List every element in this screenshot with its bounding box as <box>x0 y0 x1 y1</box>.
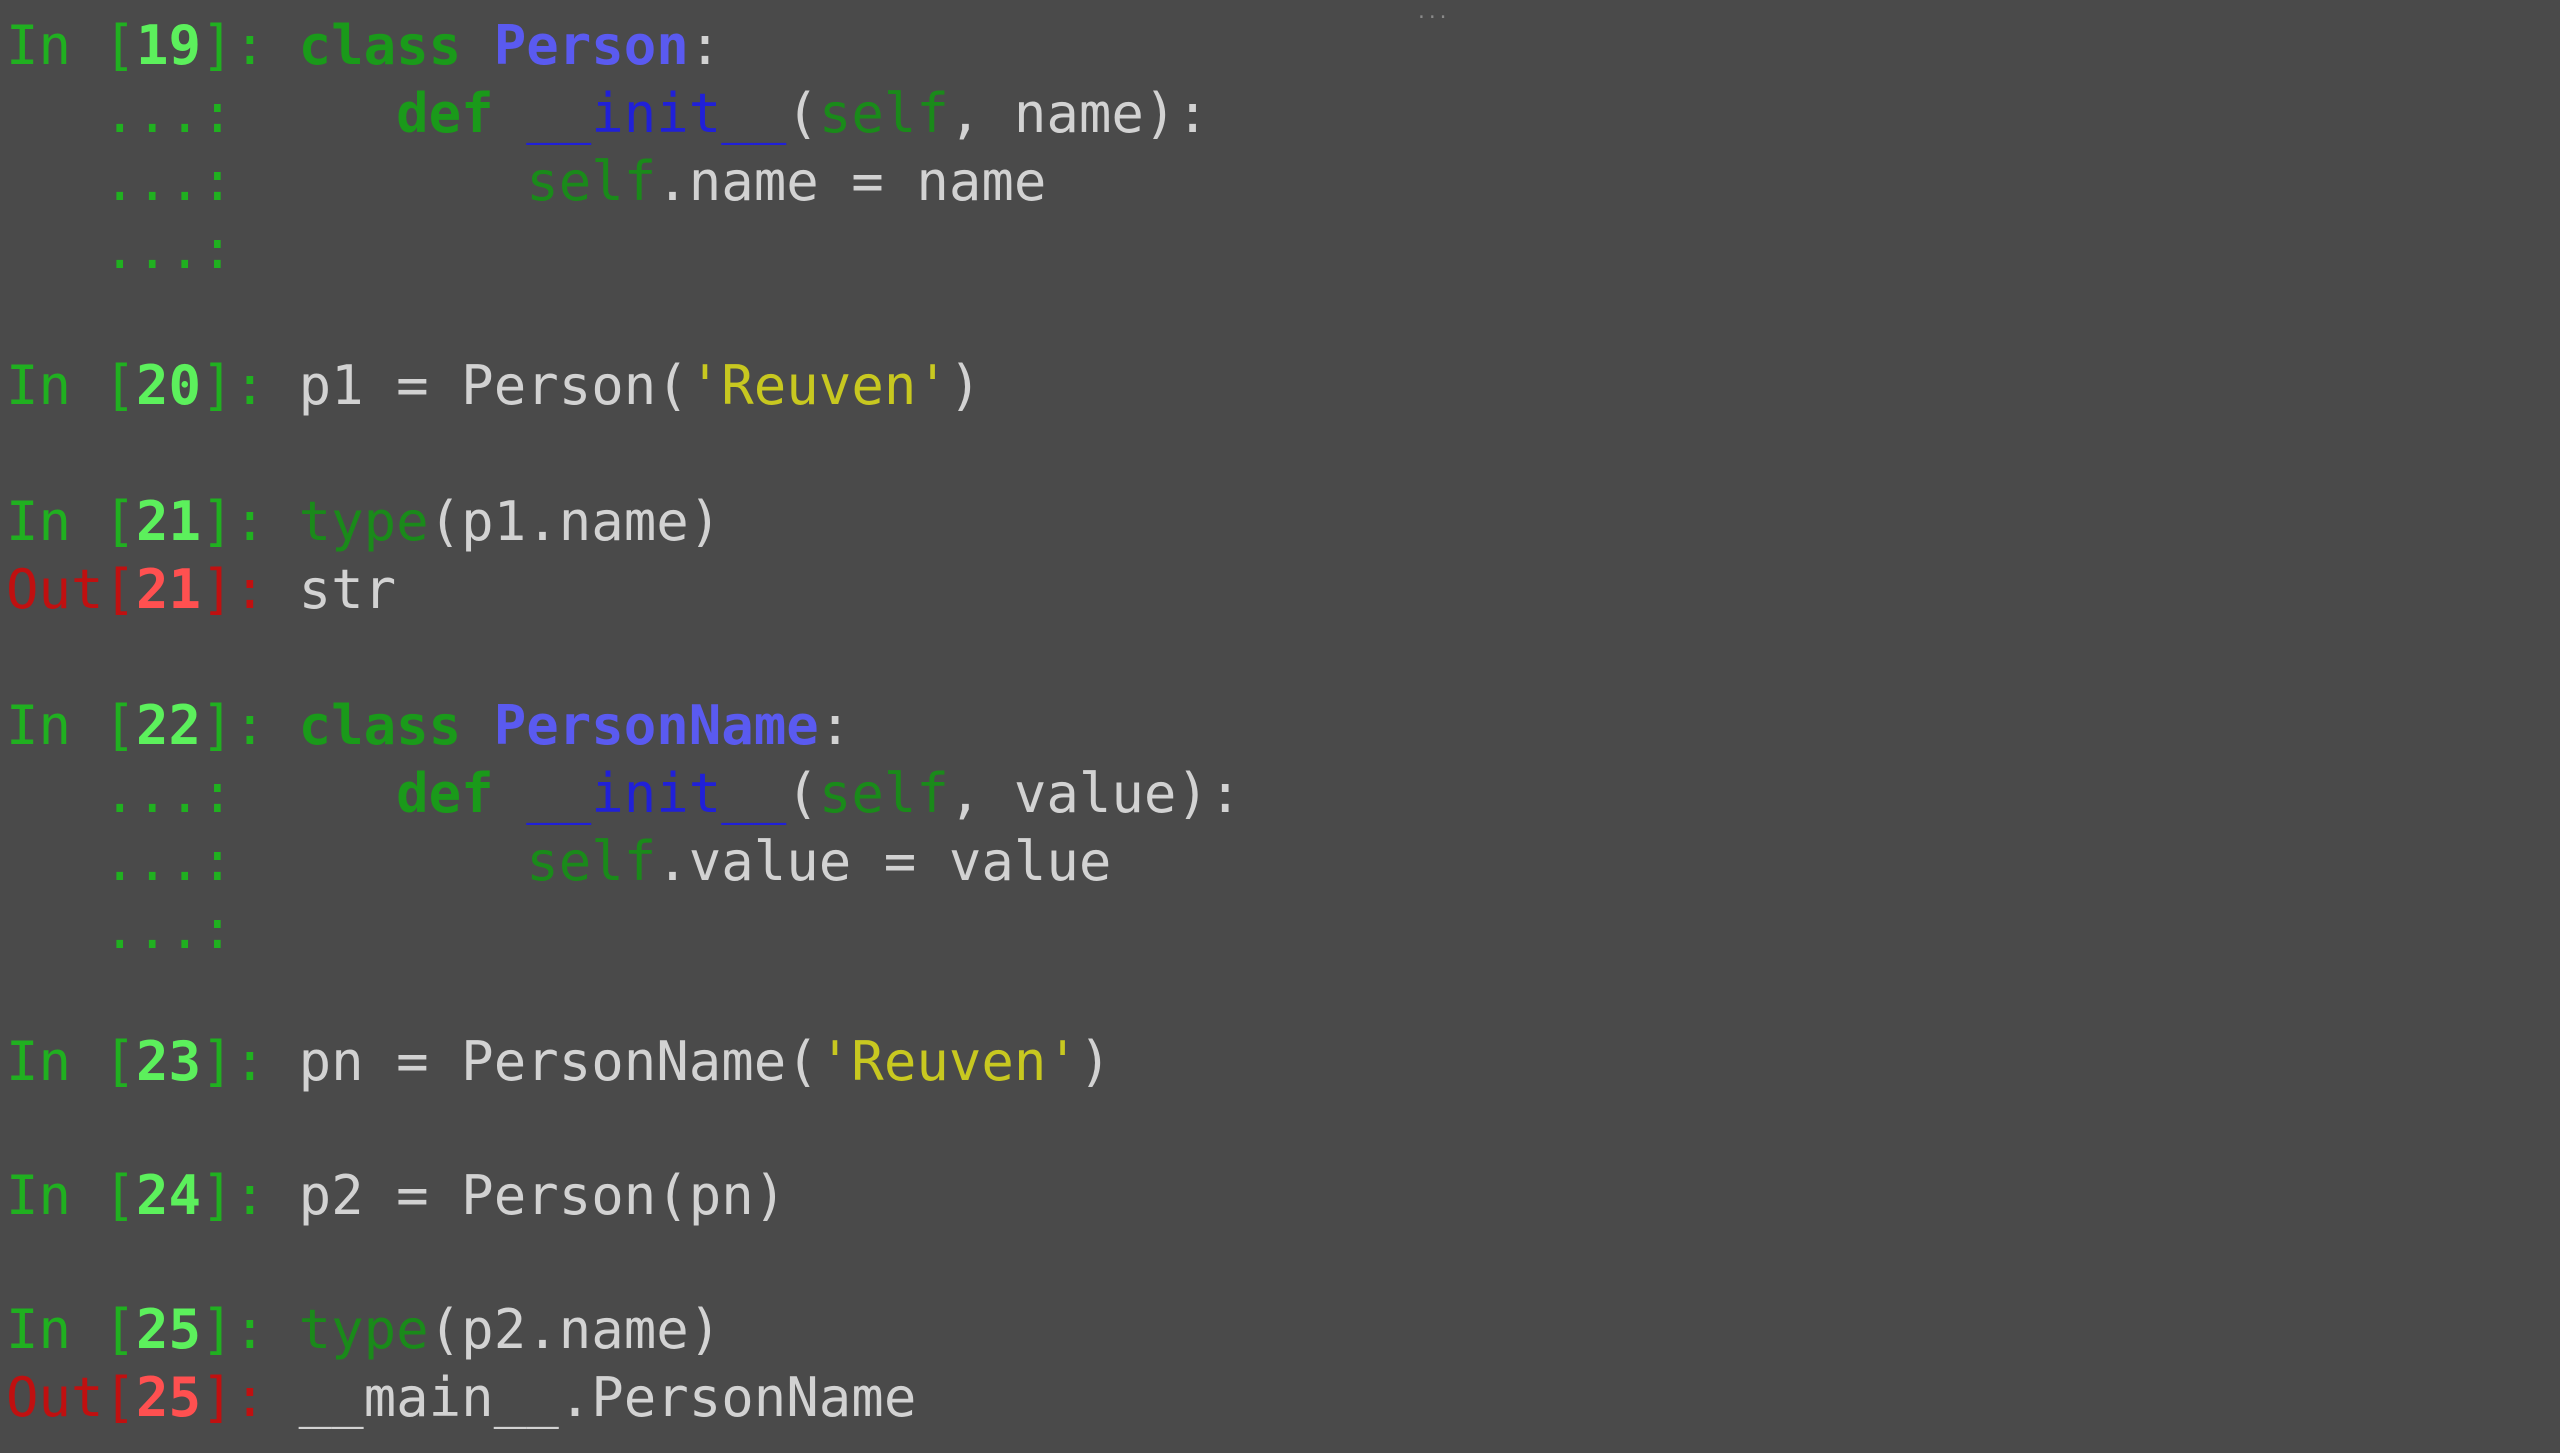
in-prompt-label: In [ <box>6 1030 137 1093</box>
output-value: str <box>298 558 397 621</box>
continuation-prompt: ...: <box>6 218 267 281</box>
continuation-prompt: ...: <box>6 82 267 145</box>
cell-19-line-3: ...: self.name = name <box>6 148 1047 216</box>
in-prompt-close: ]: <box>201 694 299 757</box>
params-rest: , value): <box>948 762 1242 825</box>
cell-22-line-2: ...: def __init__(self, value): <box>6 760 1242 828</box>
out-prompt-number: 21 <box>136 558 202 621</box>
scroll-indicator: ... <box>1416 2 1449 23</box>
in-prompt-close: ]: <box>201 14 299 77</box>
colon: : <box>688 14 722 77</box>
self-ref: self <box>526 150 657 213</box>
self-ref: self <box>526 830 657 893</box>
cell-22-line-3: ...: self.value = value <box>6 828 1112 896</box>
cell-23-line-1: In [23]: pn = PersonName('Reuven') <box>6 1028 1111 1096</box>
builtin-type: type <box>298 1298 429 1361</box>
in-prompt-label: In [ <box>6 1298 137 1361</box>
continuation-prompt: ...: <box>6 898 267 961</box>
in-prompt-label: In [ <box>6 694 137 757</box>
continuation-prompt: ...: <box>6 150 267 213</box>
in-prompt-close: ]: <box>201 1164 299 1227</box>
in-prompt-close: ]: <box>201 490 299 553</box>
self-param: self <box>818 82 949 145</box>
colon: : <box>818 694 852 757</box>
keyword-def: def <box>396 762 494 825</box>
ipython-terminal[interactable]: ... In [19]: class Person: ...: def __in… <box>0 0 2560 1453</box>
code-text-end: ) <box>948 354 982 417</box>
self-param: self <box>818 762 949 825</box>
in-prompt-label: In [ <box>6 14 137 77</box>
cell-19-line-4: ...: <box>6 216 266 284</box>
in-prompt-number: 25 <box>136 1298 202 1361</box>
out-prompt-close: ]: <box>201 1366 299 1429</box>
output-value: __main__.PersonName <box>298 1366 917 1429</box>
in-prompt-number: 20 <box>136 354 202 417</box>
cell-21-line-1: In [21]: type(p1.name) <box>6 488 721 556</box>
keyword-class: class <box>298 14 462 77</box>
paren-open: ( <box>786 762 819 825</box>
in-prompt-label: In [ <box>6 1164 137 1227</box>
cell-19-line-2: ...: def __init__(self, name): <box>6 80 1209 148</box>
cell-22-line-4: ...: <box>6 896 266 964</box>
in-prompt-label: In [ <box>6 490 137 553</box>
code-text: (p1.name) <box>428 490 722 553</box>
params-rest: , name): <box>948 82 1209 145</box>
out-prompt-label: Out[ <box>6 558 137 621</box>
cell-24-line-1: In [24]: p2 = Person(pn) <box>6 1162 786 1230</box>
class-name: PersonName <box>493 694 819 757</box>
in-prompt-number: 23 <box>136 1030 202 1093</box>
in-prompt-close: ]: <box>201 1030 299 1093</box>
code-text-end: ) <box>1078 1030 1112 1093</box>
cell-20-line-1: In [20]: p1 = Person('Reuven') <box>6 352 981 420</box>
cell-25-line-1: In [25]: type(p2.name) <box>6 1296 721 1364</box>
builtin-type: type <box>298 490 429 553</box>
in-prompt-close: ]: <box>201 354 299 417</box>
out-prompt-number: 25 <box>136 1366 202 1429</box>
in-prompt-number: 19 <box>136 14 202 77</box>
out-prompt-label: Out[ <box>6 1366 137 1429</box>
in-prompt-number: 21 <box>136 490 202 553</box>
continuation-prompt: ...: <box>6 830 267 893</box>
code-text: pn = PersonName( <box>298 1030 819 1093</box>
cell-21-output: Out[21]: str <box>6 556 396 624</box>
function-name: __init__ <box>526 762 787 825</box>
cell-25-output: Out[25]: __main__.PersonName <box>6 1364 916 1432</box>
string-literal: 'Reuven' <box>818 1030 1079 1093</box>
out-prompt-close: ]: <box>201 558 299 621</box>
in-prompt-number: 24 <box>136 1164 202 1227</box>
string-literal: 'Reuven' <box>688 354 949 417</box>
assignment: .name = name <box>656 150 1047 213</box>
continuation-prompt: ...: <box>6 762 267 825</box>
code-text: (p2.name) <box>428 1298 722 1361</box>
in-prompt-label: In [ <box>6 354 137 417</box>
cell-19-line-1: In [19]: class Person: <box>6 12 721 80</box>
in-prompt-number: 22 <box>136 694 202 757</box>
code-text: p2 = Person(pn) <box>298 1164 787 1227</box>
function-name: __init__ <box>526 82 787 145</box>
paren-open: ( <box>786 82 819 145</box>
class-name: Person <box>493 14 689 77</box>
cell-22-line-1: In [22]: class PersonName: <box>6 692 851 760</box>
keyword-def: def <box>396 82 494 145</box>
code-text: p1 = Person( <box>298 354 689 417</box>
keyword-class: class <box>298 694 462 757</box>
assignment: .value = value <box>656 830 1112 893</box>
in-prompt-close: ]: <box>201 1298 299 1361</box>
